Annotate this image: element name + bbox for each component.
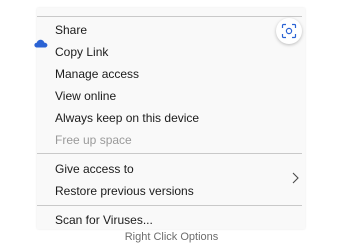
- menu-item-manage-access[interactable]: Manage access: [55, 67, 139, 82]
- menu-item-free-up-space: Free up space: [55, 133, 132, 147]
- menu-item-scan-viruses[interactable]: Scan for Viruses...: [55, 213, 153, 228]
- onedrive-cloud-icon: [34, 35, 48, 53]
- menu-item-share[interactable]: Share: [55, 23, 87, 38]
- menu-item-give-access[interactable]: Give access to: [55, 162, 134, 177]
- menu-item-restore-versions[interactable]: Restore previous versions: [55, 184, 194, 199]
- menu-item-always-keep[interactable]: Always keep on this device: [55, 111, 199, 126]
- menu-divider-2: [37, 205, 302, 206]
- menu-item-copy-link[interactable]: Copy Link: [55, 45, 108, 60]
- visual-search-icon: [281, 23, 297, 39]
- chevron-right-icon: [292, 171, 299, 189]
- menu-divider-1: [37, 153, 302, 154]
- menu-top-divider: [37, 16, 302, 17]
- screenshot-stage: Share Copy Link Manage access View onlin…: [0, 0, 343, 252]
- figure-caption: Right Click Options: [124, 231, 219, 243]
- visual-search-button[interactable]: [276, 18, 302, 44]
- menu-item-view-online[interactable]: View online: [55, 89, 116, 104]
- context-menu: Share Copy Link Manage access View onlin…: [34, 8, 305, 229]
